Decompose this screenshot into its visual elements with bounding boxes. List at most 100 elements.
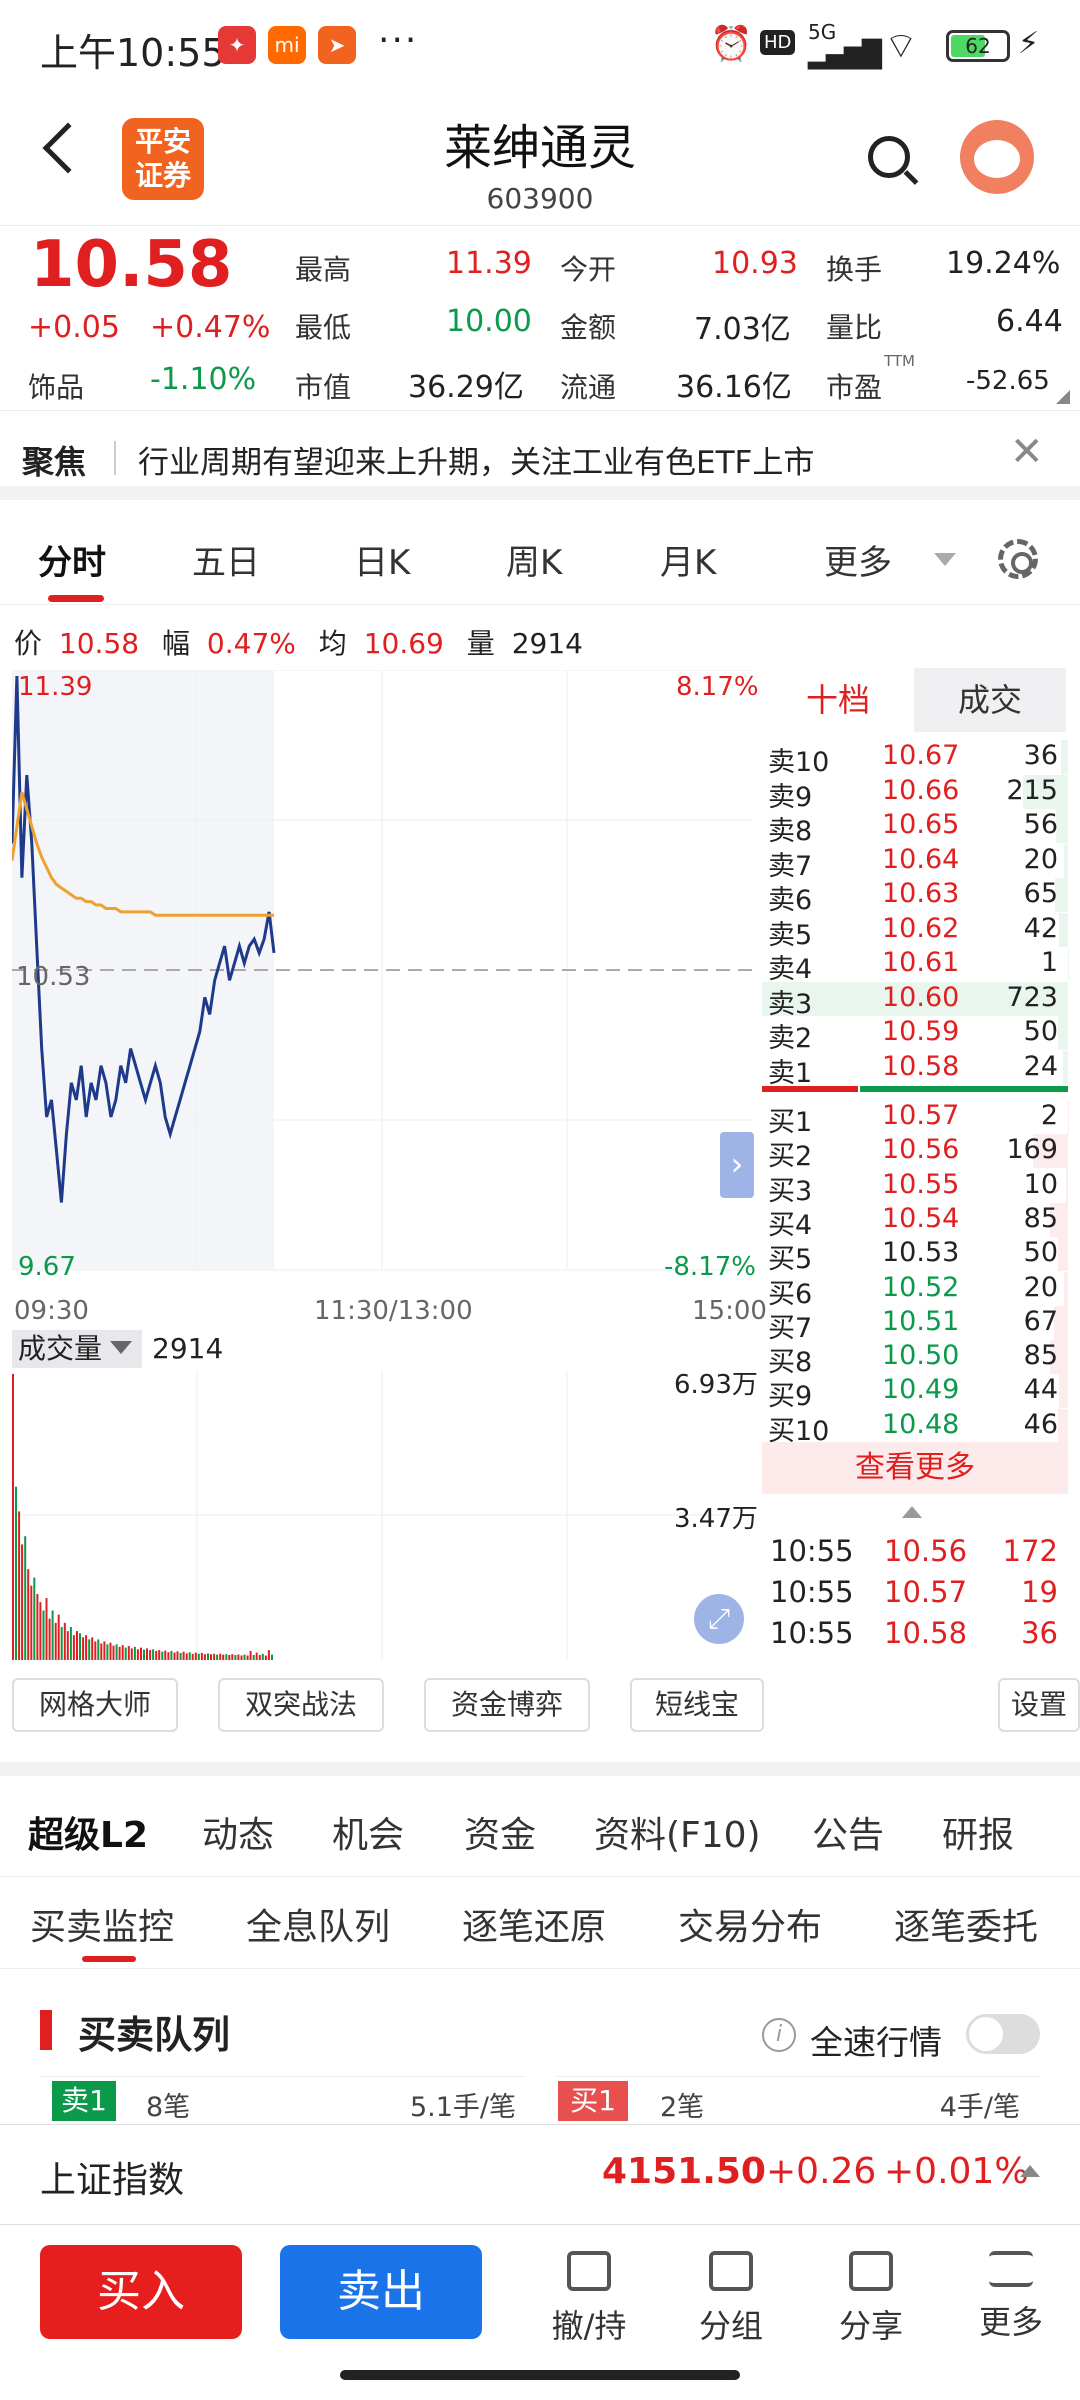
ask-qty: 56 [1023,809,1058,840]
tab-5day[interactable]: 五日 [192,535,260,584]
tab-announcements[interactable]: 公告 [812,1806,884,1858]
close-icon[interactable]: ✕ [1010,429,1044,475]
home-indicator[interactable] [340,2370,740,2380]
bid-price: 10.52 [882,1271,960,1303]
expand-panel-chevron-icon[interactable]: › [720,1132,754,1198]
volume-bar [103,1641,106,1660]
tab-trades[interactable]: 成交 [914,668,1066,732]
settings-button[interactable]: 设置 [998,1678,1080,1732]
nav-cancel[interactable]: 撤/持 [544,2251,634,2347]
fullscreen-icon[interactable]: ⤢ [694,1594,744,1644]
tab-opportunity[interactable]: 机会 [332,1806,404,1858]
bid-qty: 46 [1023,1408,1058,1440]
bid-row[interactable]: 买3 10.55 10 [762,1168,1068,1207]
ask-row[interactable]: 卖9 10.66 215 [762,774,1068,813]
volume-bar [219,1653,222,1660]
search-icon[interactable] [868,136,910,178]
tab-f10[interactable]: 资料(F10) [594,1806,761,1858]
tab-daily-k[interactable]: 日K [354,535,410,584]
volume-bar [225,1654,228,1660]
bid-row[interactable]: 买2 10.56 169 [762,1134,1068,1172]
bid-label: 买8 [768,1347,813,1379]
volume-bar [271,1654,273,1660]
tab-more[interactable]: 更多 [824,535,892,584]
index-ticker[interactable]: 上证指数 4151.50 +0.26 +0.01% [0,2124,1080,2224]
pe-label: 市盈 [826,371,883,404]
short-term-button[interactable]: 短线宝 [630,1678,764,1732]
nav-group[interactable]: 分组 [686,2251,776,2347]
bid-row[interactable]: 买4 10.54 85 [762,1202,1068,1241]
tab-monthly-k[interactable]: 月K [660,535,716,584]
amount-value: 7.03亿 [694,312,791,347]
info-vol: 2914 [511,627,583,660]
subtab-trade-monitor[interactable]: 买卖监控 [30,1898,174,1950]
ask-row[interactable]: 卖3 10.60 723 [762,981,1068,1020]
focus-text[interactable]: 行业周期有望迎来上升期，关注工业有色ETF上市 [138,437,814,482]
fund-game-button[interactable]: 资金博弈 [424,1678,590,1732]
volume-selector[interactable]: 成交量 [12,1330,142,1368]
avatar[interactable] [960,120,1034,194]
index-value: 4151.50 [602,2151,766,2192]
bid-label: 买3 [768,1175,813,1207]
focus-news-bar[interactable]: 聚焦 行业周期有望迎来上升期，关注工业有色ETF上市 ✕ [0,410,1080,500]
double-breakout-button[interactable]: 双突战法 [218,1678,384,1732]
sell-button[interactable]: 卖出 [280,2245,482,2339]
chevron-down-icon[interactable] [934,553,956,566]
volume-bar [155,1650,158,1660]
chevron-up-icon[interactable] [902,1506,922,1518]
tab-dynamics[interactable]: 动态 [202,1806,274,1858]
index-pct: +0.01% [884,2151,1029,2192]
bid-row[interactable]: 买9 10.49 44 [762,1374,1068,1412]
volume-bar [97,1639,100,1660]
tab-capital[interactable]: 资金 [464,1806,536,1858]
bid-row[interactable]: 买5 10.53 50 [762,1237,1068,1275]
nav-more[interactable]: 更多 [966,2251,1056,2343]
expand-corner-icon[interactable] [1056,390,1070,404]
bid-row[interactable]: 买1 10.57 2 [762,1100,1068,1138]
ask-row[interactable]: 卖4 10.61 1 [762,947,1068,985]
tab-ten-levels[interactable]: 十档 [762,668,914,732]
vol-max-label: 6.93万 [674,1370,758,1400]
ask-qty: 50 [1023,1016,1058,1047]
nav-share[interactable]: 分享 [826,2251,916,2347]
grid-master-button[interactable]: 网格大师 [12,1678,178,1732]
signal-icon: ▂▄▆█ [808,40,882,70]
volume-bar [237,1654,240,1660]
tab-super-l2[interactable]: 超级L2 [28,1806,148,1858]
trade-row: 10:55 10.58 36 [762,1616,1068,1656]
volume-bar [210,1654,212,1660]
volume-bar [27,1569,30,1660]
bid-row[interactable]: 买10 10.48 46 [762,1408,1068,1447]
subtab-tick-replay[interactable]: 逐笔还原 [462,1898,606,1950]
ask-row[interactable]: 卖5 10.62 42 [762,912,1068,951]
subtab-holo-queue[interactable]: 全息队列 [246,1898,390,1950]
tab-weekly-k[interactable]: 周K [506,535,562,584]
tab-research[interactable]: 研报 [942,1806,1014,1858]
intraday-price-chart[interactable] [12,670,760,1282]
fullspeed-toggle[interactable] [966,2014,1040,2054]
view-more-button[interactable]: 查看更多 [762,1442,1068,1494]
bid-row[interactable]: 买6 10.52 20 [762,1271,1068,1310]
subtab-trade-distribution[interactable]: 交易分布 [678,1898,822,1950]
volume-chart[interactable] [12,1370,760,1660]
tab-intraday[interactable]: 分时 [38,535,106,584]
bid-qty: 44 [1023,1374,1058,1406]
ask-row[interactable]: 卖8 10.65 56 [762,809,1068,847]
bid-row[interactable]: 买7 10.51 67 [762,1305,1068,1344]
buy-button[interactable]: 买入 [40,2245,242,2339]
chevron-up-icon[interactable] [1020,2165,1040,2177]
bid-row[interactable]: 买8 10.50 85 [762,1340,1068,1378]
ask-row[interactable]: 卖10 10.67 36 [762,740,1068,778]
gear-icon[interactable] [998,539,1038,579]
active-tab-indicator [48,595,104,602]
volume-bar [258,1655,261,1660]
subtab-tick-orders[interactable]: 逐笔委托 [894,1898,1038,1950]
ask-row[interactable]: 卖6 10.63 65 [762,878,1068,916]
ask-row[interactable]: 卖7 10.64 20 [762,843,1068,882]
sector-label[interactable]: 饰品 [28,366,84,406]
ask-row[interactable]: 卖1 10.58 24 [762,1050,1068,1089]
volume-bar [264,1655,267,1660]
volume-bar [231,1654,234,1660]
info-icon[interactable]: i [762,2018,796,2052]
ask-row[interactable]: 卖2 10.59 50 [762,1016,1068,1054]
